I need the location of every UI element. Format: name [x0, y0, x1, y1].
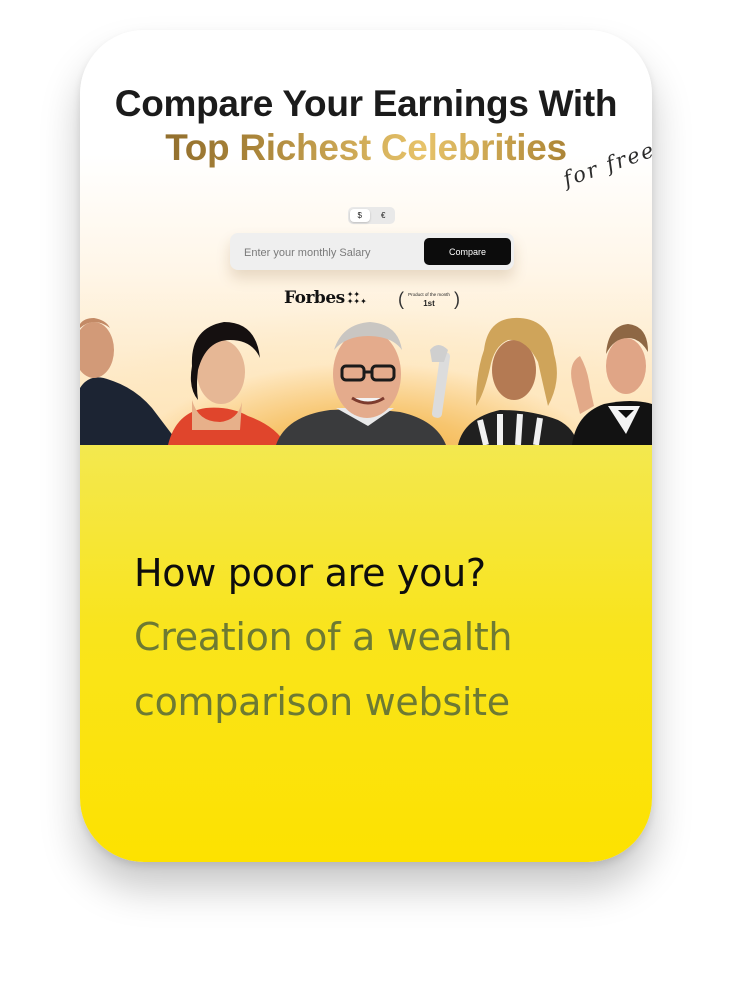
- forbes-logo: Forbes ✦✦ ✦✦✦: [284, 288, 367, 308]
- case-study-headline: How poor are you?: [134, 551, 486, 595]
- salary-input[interactable]: [242, 233, 416, 272]
- compare-button[interactable]: Compare: [424, 238, 511, 265]
- product-of-month-badge: ( Product of the month 1st ): [398, 289, 460, 311]
- case-study-panel: How poor are you? Creation of a wealth c…: [80, 445, 652, 862]
- badge-caption: Product of the month: [408, 292, 450, 297]
- celebrity-portrait-2: [168, 322, 286, 445]
- celebrity-portrait-5: [571, 324, 652, 445]
- forbes-wordmark: Forbes: [284, 288, 345, 308]
- case-study-description: Creation of a wealth comparison website: [134, 615, 513, 724]
- currency-option-dollar[interactable]: $: [349, 209, 370, 222]
- website-preview: Compare Your Earnings With Top Richest C…: [80, 30, 652, 445]
- currency-option-euro[interactable]: €: [373, 209, 393, 222]
- celebrity-portrait-3: [276, 322, 446, 445]
- celebrity-portrait-4: [430, 317, 578, 445]
- stars-icon: ✦✦ ✦✦✦: [346, 290, 367, 306]
- celebrity-portrait-1: [80, 318, 180, 445]
- hero-title-highlight: Top Richest Celebrities: [80, 126, 652, 170]
- salary-form: Compare: [230, 233, 514, 272]
- badge-rank: 1st: [423, 299, 435, 308]
- project-card[interactable]: Compare Your Earnings With Top Richest C…: [80, 30, 652, 862]
- page: Compare Your Earnings With Top Richest C…: [0, 0, 732, 994]
- currency-toggle[interactable]: $ €: [348, 207, 395, 224]
- laurel-right-icon: ): [454, 289, 460, 309]
- hero-title: Compare Your Earnings With: [114, 83, 618, 124]
- celebrities-image: [80, 317, 652, 445]
